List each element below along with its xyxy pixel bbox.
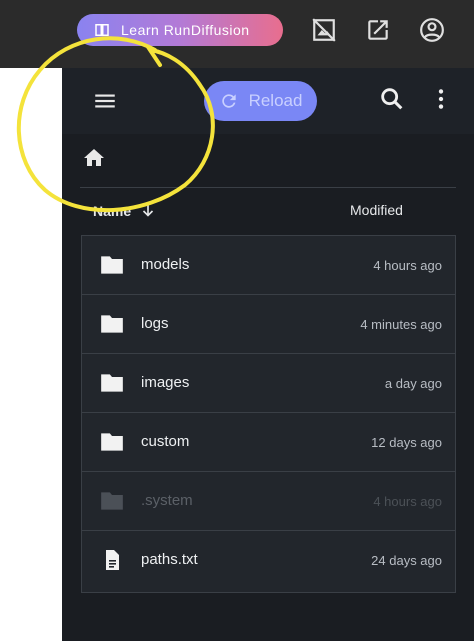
folder-icon (101, 256, 123, 274)
learn-rundiffusion-button[interactable]: Learn RunDiffusion (77, 14, 283, 46)
file-list: models 4 hours ago logs 4 minutes ago im… (81, 235, 456, 593)
file-name: .system (141, 492, 193, 509)
more-vert-icon[interactable] (428, 85, 454, 113)
folder-icon (101, 433, 123, 451)
search-icon[interactable] (378, 85, 406, 113)
list-item[interactable]: models 4 hours ago (82, 236, 455, 295)
list-item[interactable]: images a day ago (82, 354, 455, 413)
reload-label: Reload (248, 91, 303, 110)
no-image-icon[interactable] (311, 17, 337, 43)
file-name: images (141, 374, 190, 391)
sort-arrow-down-icon (143, 205, 154, 217)
list-item[interactable]: .system 4 hours ago (82, 472, 455, 531)
file-modified: a day ago (384, 376, 442, 391)
file-browser-panel: Reload Name Modified models 4 hours ago (62, 68, 474, 641)
menu-icon[interactable] (92, 88, 118, 114)
list-item[interactable]: logs 4 minutes ago (82, 295, 455, 354)
name-header-label: Name (93, 203, 132, 219)
folder-icon (101, 492, 123, 510)
left-strip (0, 68, 62, 641)
file-modified: 12 days ago (371, 435, 442, 450)
modified-column-header[interactable]: Modified (350, 202, 403, 218)
folder-icon (101, 374, 123, 392)
file-browser-toolbar: Reload (62, 68, 474, 134)
file-modified: 24 days ago (371, 553, 442, 568)
list-item[interactable]: custom 12 days ago (82, 413, 455, 472)
learn-button-label: Learn RunDiffusion (121, 22, 250, 38)
file-name: paths.txt (141, 551, 198, 568)
file-modified: 4 hours ago (373, 258, 442, 273)
home-icon[interactable] (82, 146, 106, 170)
file-modified: 4 minutes ago (360, 317, 442, 332)
file-name: logs (141, 315, 169, 332)
book-icon (95, 24, 109, 36)
top-bar: Learn RunDiffusion (0, 0, 474, 68)
list-item[interactable]: paths.txt 24 days ago (82, 531, 455, 590)
name-column-header[interactable]: Name (93, 202, 157, 220)
account-icon[interactable] (419, 17, 445, 43)
refresh-icon (221, 94, 236, 108)
file-name: custom (141, 433, 190, 450)
file-modified: 4 hours ago (373, 494, 442, 509)
document-icon (106, 550, 119, 570)
folder-icon (101, 315, 123, 333)
modified-header-label: Modified (350, 202, 403, 218)
reload-button[interactable]: Reload (204, 81, 317, 121)
divider (80, 187, 456, 188)
file-name: models (141, 256, 190, 273)
external-link-icon[interactable] (365, 17, 391, 43)
